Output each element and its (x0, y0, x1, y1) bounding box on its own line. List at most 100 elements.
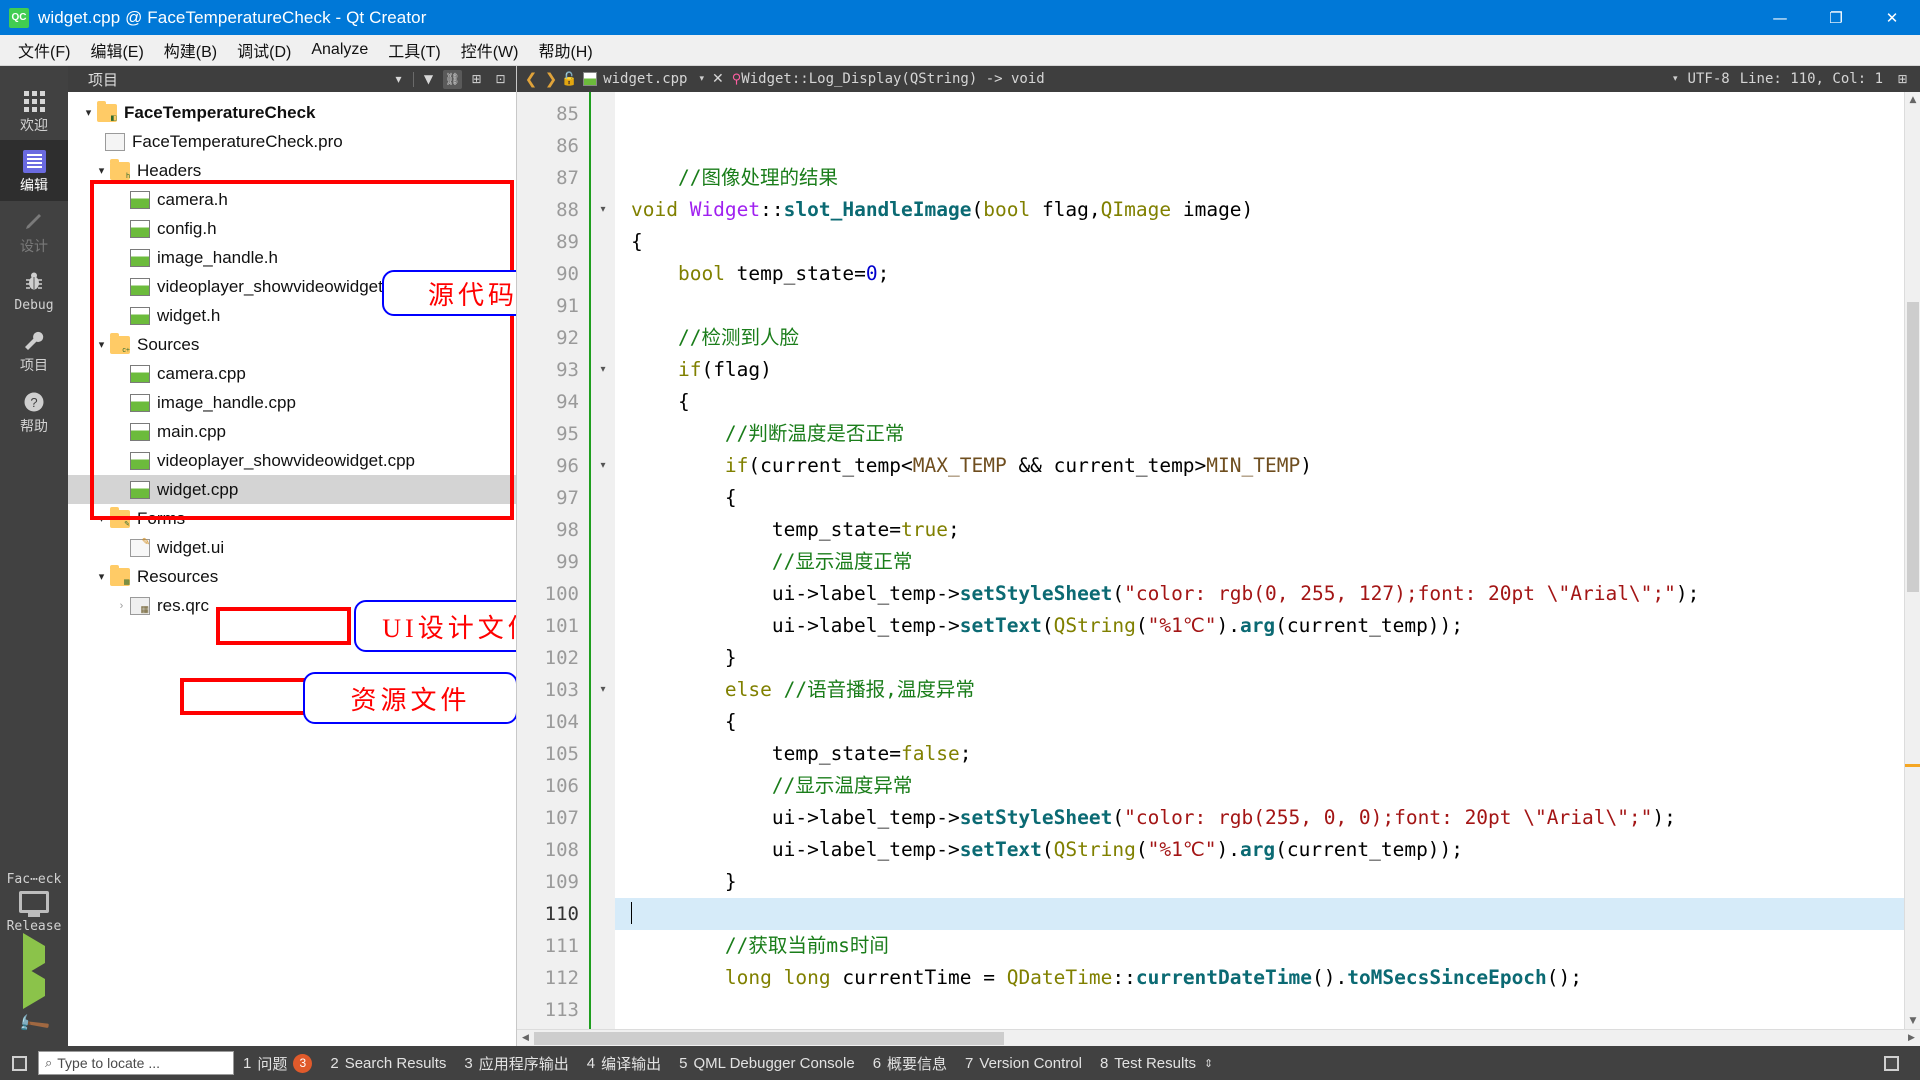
mode-welcome[interactable]: 欢迎 (0, 80, 68, 140)
output-pane-test-results[interactable]: 8 Test Results ⇕ (1091, 1055, 1222, 1072)
code-line[interactable]: else //语音播报,温度异常 (615, 674, 1920, 706)
tree-item-videoplayer-h[interactable]: videoplayer_showvideowidget.h (68, 272, 516, 301)
chevron-down-icon[interactable]: ▾ (389, 70, 408, 89)
lock-icon[interactable]: 🔓 (561, 72, 577, 87)
split-icon[interactable]: ⊞ (467, 70, 486, 89)
tree-item-resources[interactable]: ▾ ▦ Resources (68, 562, 516, 591)
navigate-back-icon[interactable]: ❮ (521, 70, 541, 88)
code-line[interactable]: { (615, 482, 1920, 514)
toggle-sidebar-icon[interactable] (6, 1051, 32, 1075)
menu-debug[interactable]: 调试(D) (227, 34, 301, 66)
fold-toggle-icon[interactable]: ▾ (591, 194, 615, 226)
link-icon[interactable]: ⛓ (443, 69, 462, 89)
menu-window[interactable]: 控件(W) (451, 34, 529, 66)
tree-item-camera-h[interactable]: camera.h (68, 185, 516, 214)
menu-analyze[interactable]: Analyze (301, 37, 378, 63)
chevron-down-icon[interactable]: ▾ (93, 568, 110, 585)
scroll-down-icon[interactable]: ▼ (1905, 1013, 1920, 1029)
play-icon[interactable] (23, 933, 45, 976)
code-line[interactable] (615, 130, 1920, 162)
project-tree[interactable]: ▾ ◧ FaceTemperatureCheck FaceTemperature… (68, 92, 516, 1046)
code-line[interactable]: if(flag) (615, 354, 1920, 386)
fold-toggle-icon[interactable]: ▾ (591, 674, 615, 706)
tree-item-videoplayer-cpp[interactable]: videoplayer_showvideowidget.cpp (68, 446, 516, 475)
fold-toggle-icon[interactable]: ▾ (591, 354, 615, 386)
mode-debug[interactable]: Debug (0, 261, 68, 320)
mode-help[interactable]: ? 帮助 (0, 381, 68, 441)
tree-item-config-h[interactable]: config.h (68, 214, 516, 243)
fold-column[interactable]: ▾ ▾ ▾ ▾ (589, 92, 615, 1029)
code-line[interactable]: //显示温度异常 (615, 770, 1920, 802)
scroll-up-icon[interactable]: ▲ (1905, 92, 1920, 108)
editor-symbol-selector[interactable]: Widget::Log_Display(QString) -> void (741, 71, 1044, 87)
code-line[interactable]: { (615, 706, 1920, 738)
code-line[interactable]: ui->label_temp->setStyleSheet("color: rg… (615, 802, 1920, 834)
minimize-button[interactable]: — (1752, 0, 1808, 35)
chevron-right-icon[interactable]: › (113, 597, 130, 614)
code-line[interactable]: ui->label_temp->setText(QString("%1℃").a… (615, 834, 1920, 866)
tree-item-res-qrc[interactable]: › res.qrc (68, 591, 516, 620)
chevron-down-icon[interactable]: ▾ (699, 74, 704, 84)
editor-horizontal-scrollbar[interactable]: ◀ ▶ (517, 1029, 1920, 1046)
filter-icon[interactable]: ▼ (419, 70, 438, 89)
scroll-left-icon[interactable]: ◀ (517, 1030, 534, 1047)
close-panel-icon[interactable]: ⊡ (491, 70, 510, 89)
tree-item-pro-file[interactable]: FaceTemperatureCheck.pro (68, 127, 516, 156)
code-line[interactable]: //判断温度是否正常 (615, 418, 1920, 450)
tree-item-widget-h[interactable]: widget.h (68, 301, 516, 330)
code-line[interactable] (615, 994, 1920, 1026)
kit-selector[interactable]: Fac⋯eck Release 🔨 (0, 872, 68, 1046)
chevron-down-icon[interactable]: ▾ (93, 336, 110, 353)
navigate-forward-icon[interactable]: ❯ (541, 70, 561, 88)
code-line[interactable]: } (615, 866, 1920, 898)
code-line[interactable]: //检测到人脸 (615, 322, 1920, 354)
tree-item-sources[interactable]: ▾ c+ Sources (68, 330, 516, 359)
code-line[interactable]: { (615, 226, 1920, 258)
chevron-down-icon[interactable]: ▾ (93, 510, 110, 527)
tree-item-forms[interactable]: ▾ ✎ Forms (68, 504, 516, 533)
code-line[interactable]: ui->label_temp->setText(QString("%1℃").a… (615, 610, 1920, 642)
tree-item-main-cpp[interactable]: main.cpp (68, 417, 516, 446)
code-line[interactable]: } (615, 642, 1920, 674)
chevron-down-icon[interactable]: ▾ (1673, 74, 1678, 84)
editor-encoding[interactable]: UTF-8 (1688, 71, 1730, 87)
code-line[interactable]: long long currentTime = QDateTime::curre… (615, 962, 1920, 994)
menu-build[interactable]: 构建(B) (154, 34, 227, 66)
close-button[interactable]: ✕ (1864, 0, 1920, 35)
code-line[interactable]: temp_state=false; (615, 738, 1920, 770)
code-line[interactable] (615, 98, 1920, 130)
code-text[interactable]: //图像处理的结果 void Widget::slot_HandleImage(b… (615, 92, 1920, 1029)
editor-file-selector[interactable]: widget.cpp (577, 66, 693, 92)
output-pane-problems[interactable]: 1 问题 3 (234, 1053, 321, 1074)
menu-edit[interactable]: 编辑(E) (80, 34, 153, 66)
tree-item-image-handle-h[interactable]: image_handle.h (68, 243, 516, 272)
split-editor-icon[interactable]: ⊞ (1893, 70, 1912, 89)
code-area[interactable]: 85 86 87 88 89 90 91 92 93 94 95 96 97 98 99 100 101 102 1… (517, 92, 1920, 1029)
tree-item-headers[interactable]: ▾ h Headers (68, 156, 516, 185)
scrollbar-thumb[interactable] (1907, 302, 1919, 592)
play-debug-icon[interactable] (23, 966, 45, 1009)
editor-vertical-scrollbar[interactable]: ▲ ▼ (1904, 92, 1920, 1029)
output-pane-compile-output[interactable]: 4 编译输出 (578, 1053, 670, 1074)
code-line[interactable] (615, 898, 1920, 930)
code-line[interactable]: bool temp_state=0; (615, 258, 1920, 290)
output-pane-version-control[interactable]: 7 Version Control (956, 1055, 1091, 1072)
mode-design[interactable]: 设计 (0, 201, 68, 261)
code-line[interactable]: if(current_temp<MAX_TEMP && current_temp… (615, 450, 1920, 482)
tree-item-widget-ui[interactable]: widget.ui (68, 533, 516, 562)
output-pane-qml-debugger[interactable]: 5 QML Debugger Console (670, 1055, 864, 1072)
chevron-down-icon[interactable]: ▾ (80, 104, 97, 121)
menu-file[interactable]: 文件(F) (8, 34, 80, 66)
output-pane-application-output[interactable]: 3 应用程序输出 (455, 1053, 577, 1074)
mode-projects[interactable]: 项目 (0, 320, 68, 380)
updown-icon[interactable]: ⇕ (1204, 1057, 1213, 1070)
tree-item-project[interactable]: ▾ ◧ FaceTemperatureCheck (68, 98, 516, 127)
tree-item-image-handle-cpp[interactable]: image_handle.cpp (68, 388, 516, 417)
code-line[interactable] (615, 290, 1920, 322)
close-document-icon[interactable]: ✕ (712, 71, 724, 87)
scroll-right-icon[interactable]: ▶ (1903, 1030, 1920, 1047)
code-line[interactable]: void Widget::slot_HandleImage(bool flag,… (615, 194, 1920, 226)
code-line[interactable]: temp_state=true; (615, 514, 1920, 546)
maximize-output-icon[interactable] (1878, 1051, 1904, 1075)
output-pane-search-results[interactable]: 2 Search Results (321, 1055, 455, 1072)
